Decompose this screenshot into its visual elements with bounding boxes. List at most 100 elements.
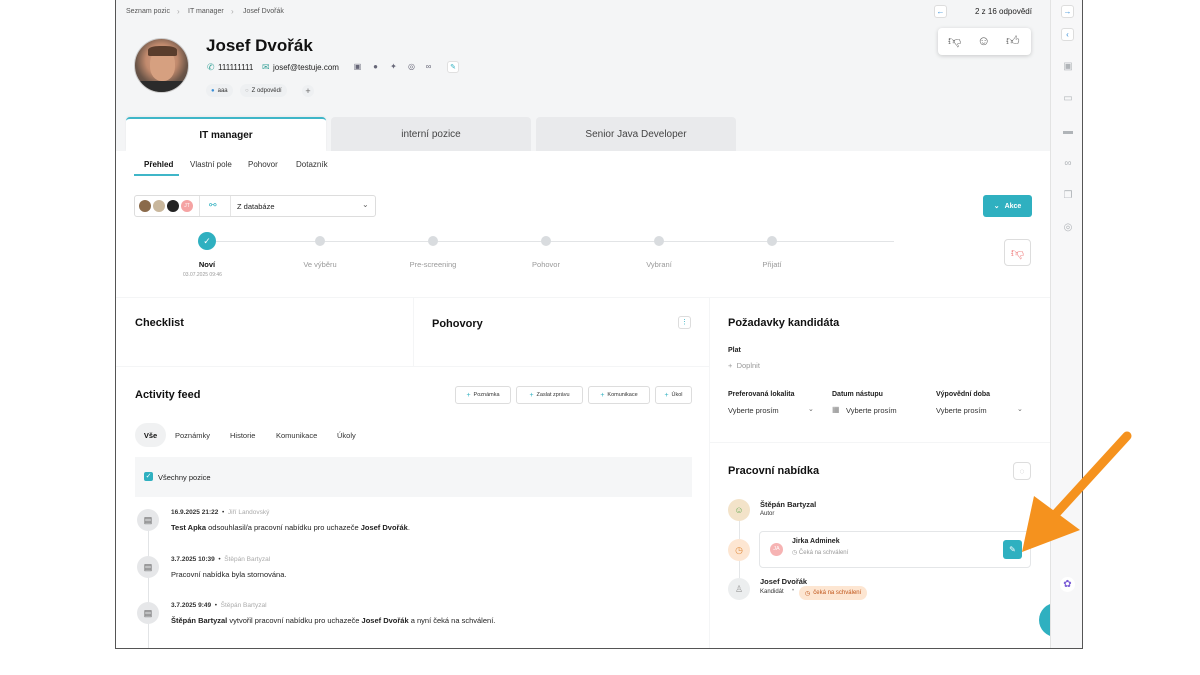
- subtab-vlastni-pole[interactable]: Vlastní pole: [190, 160, 232, 169]
- offer-candidate-role: Kandidát: [760, 589, 784, 595]
- more-menu-icon[interactable]: ⋮: [678, 316, 691, 329]
- candidate-phone[interactable]: 111111111: [218, 63, 253, 72]
- stage-pre-screening-dot[interactable]: [428, 236, 438, 246]
- feed-tab-poznamky[interactable]: Poznámky: [175, 431, 210, 440]
- stage-pohovor-dot[interactable]: [541, 236, 551, 246]
- tag-aaa[interactable]: ● aaa: [206, 84, 233, 97]
- check-circle-icon[interactable]: ◎: [1061, 221, 1075, 235]
- feed-item-meta: 16.9.2025 21:22 • Jiří Landovský: [171, 509, 270, 516]
- tab-interni-pozice[interactable]: interní pozice: [331, 117, 531, 151]
- tab-it-manager[interactable]: IT manager: [126, 117, 326, 151]
- next-arrow-icon[interactable]: →: [1061, 5, 1074, 18]
- copy-icon[interactable]: ❐: [1061, 189, 1075, 203]
- subtab-pohovor[interactable]: Pohovor: [248, 160, 278, 169]
- akce-button[interactable]: ⌄ Akce: [983, 195, 1032, 217]
- tag-source[interactable]: ○ Z odpovědí: [240, 84, 287, 97]
- status-badge: ◷ čeká na schválení: [799, 586, 868, 600]
- dot-separator: •: [792, 588, 795, 594]
- author-avatar: ☺: [728, 499, 750, 521]
- location-select[interactable]: Vyberte prosím: [728, 406, 779, 415]
- stage-prijati-dot[interactable]: [767, 236, 777, 246]
- approver-avatar: JA: [770, 543, 783, 556]
- skype-icon[interactable]: ◎: [407, 62, 416, 71]
- phone-icon: ✆: [207, 62, 215, 72]
- breadcrumb-separator: ›: [177, 7, 180, 16]
- facebook-icon[interactable]: ●: [371, 62, 380, 71]
- add-communication-button[interactable]: + Komunikace: [588, 386, 650, 404]
- checklist-title: Checklist: [135, 317, 184, 329]
- card-icon[interactable]: ▬: [1061, 125, 1075, 139]
- offer-candidate-name: Josef Dvořák: [760, 577, 808, 586]
- add-task-button[interactable]: + Úkol: [655, 386, 692, 404]
- divider: [230, 196, 231, 216]
- document-icon: ▤: [137, 556, 159, 578]
- requirements-title: Požadavky kandidáta: [728, 317, 840, 329]
- salary-add-link[interactable]: + Doplnit: [728, 361, 760, 370]
- breadcrumb-item-1[interactable]: IT manager: [188, 8, 224, 15]
- thumbs-down-icon[interactable]: 👎︎: [948, 33, 961, 49]
- stage-novi-check-icon[interactable]: ✓: [198, 232, 216, 250]
- feed-item-text: Štěpán Bartyzal vytvořil pracovní nabídk…: [171, 616, 496, 625]
- pohovory-title: Pohovory: [432, 318, 483, 330]
- tab-senior-java[interactable]: Senior Java Developer: [536, 117, 736, 151]
- chat-icon[interactable]: ▭: [1061, 92, 1075, 106]
- add-note-button[interactable]: + Poznámka: [455, 386, 511, 404]
- feed-tab-ukoly[interactable]: Úkoly: [337, 431, 356, 440]
- main-area: Seznam pozic › IT manager › Josef Dvořák…: [116, 0, 1073, 648]
- link-icon[interactable]: ∞: [1061, 157, 1075, 171]
- feed-tab-vse[interactable]: Vše: [135, 423, 166, 447]
- pager-text: 2 z 16 odpovědí: [975, 7, 1032, 16]
- feed-tab-komunikace[interactable]: Komunikace: [276, 431, 317, 440]
- document-icon: ▤: [137, 602, 159, 624]
- thumbs-up-icon[interactable]: 👍︎: [1006, 33, 1020, 49]
- chevron-down-icon: ⌄: [993, 203, 1000, 210]
- offer-author-name: Štěpán Bartyzal: [760, 500, 817, 509]
- subtab-prehled[interactable]: Přehled: [144, 160, 173, 169]
- start-date-select[interactable]: Vyberte prosím: [846, 406, 897, 415]
- link-icon[interactable]: ∞: [424, 62, 433, 71]
- user-avatar: [167, 200, 179, 212]
- neutral-face-icon[interactable]: ☺: [977, 33, 990, 48]
- brain-icon[interactable]: ✿: [1060, 577, 1075, 592]
- add-tag-button[interactable]: +: [302, 85, 314, 97]
- stage-vybrani-dot[interactable]: [654, 236, 664, 246]
- candidate-email[interactable]: josef@testuje.com: [273, 63, 339, 72]
- stage-ve-vyberu-dot[interactable]: [315, 236, 325, 246]
- edit-icon[interactable]: ✎: [447, 61, 459, 73]
- pending-clock-icon: ◷: [728, 539, 750, 561]
- notice-select[interactable]: Vyberte prosím: [936, 406, 987, 415]
- document-icon[interactable]: ▣: [1061, 60, 1075, 74]
- feed-item-text: Test Apka odsouhlasil/a pracovní nabídku…: [171, 523, 410, 532]
- annotation-arrow-icon: [1022, 431, 1132, 552]
- chevron-down-icon: ⌄: [1017, 406, 1023, 413]
- feed-tab-historie[interactable]: Historie: [230, 431, 255, 440]
- subtab-dotaznik[interactable]: Dotazník: [296, 160, 328, 169]
- timeline-line: [148, 520, 149, 648]
- feed-filter-bar: [135, 457, 692, 497]
- linkedin-icon[interactable]: ▣: [353, 62, 362, 71]
- send-message-button[interactable]: + Zaslat zprávu: [516, 386, 583, 404]
- job-offer-title: Pracovní nabídka: [728, 465, 820, 477]
- all-positions-checkbox[interactable]: ✓: [144, 472, 153, 481]
- feed-item-meta: 3.7.2025 10:39 • Štěpán Bartyzal: [171, 556, 271, 563]
- app-window: Seznam pozic › IT manager › Josef Dvořák…: [115, 0, 1083, 649]
- activity-feed-title: Activity feed: [135, 389, 201, 401]
- collapse-chevron-icon[interactable]: ‹: [1061, 28, 1074, 41]
- notice-label: Výpovědní doba: [936, 391, 991, 398]
- stage-label: Noví: [198, 260, 216, 269]
- mail-icon: ✉: [262, 62, 270, 72]
- calendar-icon: ▦: [832, 405, 840, 414]
- prev-arrow-icon[interactable]: ←: [934, 5, 947, 18]
- approver-name: Jirka Adminek: [792, 538, 840, 545]
- avatar: [134, 38, 189, 93]
- reject-thumbs-down-icon[interactable]: 👎︎: [1004, 239, 1031, 266]
- twitter-icon[interactable]: ✦: [389, 62, 398, 71]
- reaction-panel: 👎︎ ☺ 👍︎: [938, 28, 1031, 55]
- stage-label: Pre-screening: [409, 260, 457, 269]
- share-icon: ⚯: [209, 200, 217, 210]
- breadcrumb-item-0[interactable]: Seznam pozic: [126, 8, 170, 15]
- start-date-label: Datum nástupu: [832, 391, 883, 398]
- user-avatar: [139, 200, 151, 212]
- stage-label: Vybraní: [646, 260, 672, 269]
- document-icon: ▤: [137, 509, 159, 531]
